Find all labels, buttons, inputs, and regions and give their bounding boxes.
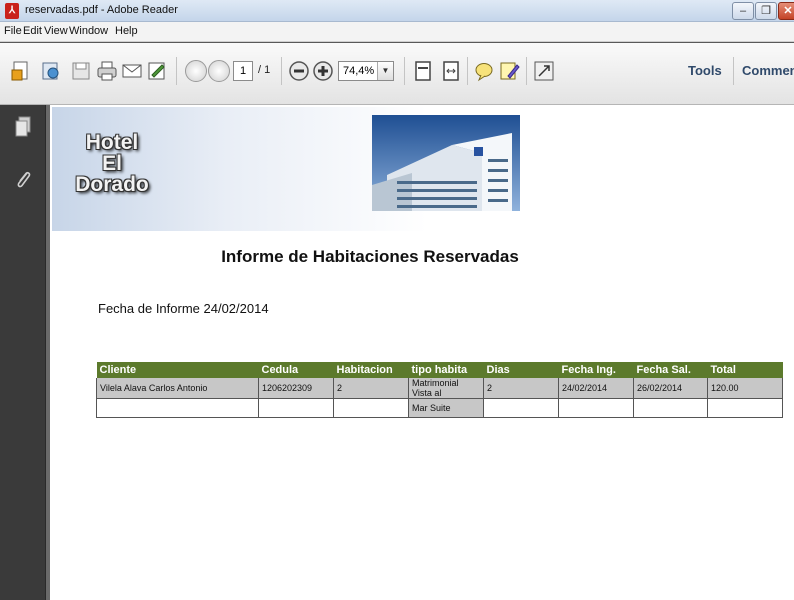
- cell-empty: [96, 398, 259, 418]
- toolbar-separator: [404, 57, 405, 85]
- cell-dias: 2: [483, 378, 559, 399]
- toolbar-separator: [526, 57, 527, 85]
- navigation-panel: [0, 105, 46, 600]
- table-header-row: Cliente Cedula Habitacion tipo habita Di…: [96, 362, 783, 378]
- hotel-name: Hotel El Dorado: [72, 132, 152, 195]
- zoom-select[interactable]: 74,4% ▼: [338, 61, 394, 81]
- report-title: Informe de Habitaciones Reservadas: [221, 247, 519, 266]
- create-icon[interactable]: [10, 60, 32, 82]
- close-button[interactable]: ✕: [778, 2, 794, 20]
- print-icon[interactable]: [96, 60, 118, 82]
- menu-file[interactable]: File: [4, 25, 22, 37]
- cell-habitacion: 2: [333, 378, 409, 399]
- sign-icon[interactable]: [146, 60, 168, 82]
- zoom-in-icon[interactable]: [312, 60, 334, 82]
- cell-total: 120.00: [707, 378, 783, 399]
- toolbar: 1 / 1 74,4% ▼ Tools Comment: [0, 43, 794, 105]
- cell-cedula: 1206202309: [258, 378, 334, 399]
- cell-tipo: Matrimonial Vista al: [408, 378, 484, 399]
- next-page-icon[interactable]: [208, 60, 230, 82]
- cell-cliente: Vilela Alava Carlos Antonio: [96, 378, 259, 399]
- window-title: reservadas.pdf - Adobe Reader: [25, 4, 178, 16]
- zoom-value: 74,4%: [343, 65, 375, 77]
- pages-panel-icon[interactable]: [13, 115, 33, 139]
- save-icon[interactable]: [70, 60, 92, 82]
- maximize-button[interactable]: ❐: [755, 2, 777, 20]
- cell-empty: [633, 398, 708, 418]
- column-header: Fecha Sal.: [633, 362, 708, 378]
- toolbar-separator: [281, 57, 282, 85]
- cell-empty: [707, 398, 783, 418]
- toolbar-separator: [467, 57, 468, 85]
- reservations-table: Cliente Cedula Habitacion tipo habita Di…: [96, 362, 783, 418]
- chevron-down-icon[interactable]: ▼: [377, 62, 393, 80]
- report-date: Fecha de Informe 24/02/2014: [98, 301, 269, 316]
- cell-tipo-continuation: Mar Suite: [408, 398, 484, 418]
- tools-link[interactable]: Tools: [688, 63, 722, 78]
- table-row: Vilela Alava Carlos Antonio 1206202309 2…: [96, 378, 783, 399]
- comment-link[interactable]: Comment: [742, 63, 794, 78]
- cell-fecha-sal: 26/02/2014: [633, 378, 708, 399]
- page-total: / 1: [258, 64, 271, 76]
- zoom-out-icon[interactable]: [288, 60, 310, 82]
- hotel-banner: Hotel El Dorado: [52, 107, 552, 231]
- column-header: Cliente: [96, 362, 259, 378]
- pdf-app-icon: ⅄: [5, 3, 19, 19]
- hotel-name-line2: El Dorado: [75, 152, 149, 196]
- menu-view[interactable]: View: [44, 25, 68, 37]
- column-header: Dias: [483, 362, 559, 378]
- fit-width-icon[interactable]: [440, 60, 462, 82]
- column-header: Total: [707, 362, 783, 378]
- column-header: Cedula: [258, 362, 334, 378]
- cell-fecha-ing: 24/02/2014: [558, 378, 634, 399]
- menu-window[interactable]: Window: [69, 25, 108, 37]
- menu-help[interactable]: Help: [115, 25, 138, 37]
- hotel-name-line1: Hotel: [85, 131, 139, 154]
- title-bar: ⅄ reservadas.pdf - Adobe Reader – ❐ ✕: [0, 0, 794, 22]
- menu-bar: File Edit View Window Help: [0, 22, 794, 42]
- fullscreen-icon[interactable]: [533, 60, 555, 82]
- cell-empty: [258, 398, 334, 418]
- pdf-page: Hotel El Dorado Informe de Habitaciones …: [50, 105, 794, 600]
- page-number-input[interactable]: 1: [233, 61, 253, 81]
- column-header: tipo habita: [408, 362, 484, 378]
- column-header: Fecha Ing.: [558, 362, 634, 378]
- minimize-button[interactable]: –: [732, 2, 754, 20]
- toolbar-separator: [176, 57, 177, 85]
- highlight-icon[interactable]: [498, 60, 520, 82]
- table-row-continuation: Mar Suite: [96, 398, 783, 418]
- prev-page-icon[interactable]: [185, 60, 207, 82]
- hotel-photo: [372, 115, 520, 211]
- fit-page-icon[interactable]: [412, 60, 434, 82]
- menu-edit[interactable]: Edit: [23, 25, 42, 37]
- toolbar-separator: [733, 57, 734, 85]
- cell-empty: [333, 398, 409, 418]
- column-header: Habitacion: [333, 362, 409, 378]
- cell-empty: [558, 398, 634, 418]
- cell-empty: [483, 398, 559, 418]
- document-area[interactable]: Hotel El Dorado Informe de Habitaciones …: [46, 105, 794, 600]
- email-icon[interactable]: [121, 60, 143, 82]
- comment-icon[interactable]: [473, 60, 495, 82]
- attachments-icon[interactable]: [13, 167, 33, 191]
- open-icon[interactable]: [40, 60, 62, 82]
